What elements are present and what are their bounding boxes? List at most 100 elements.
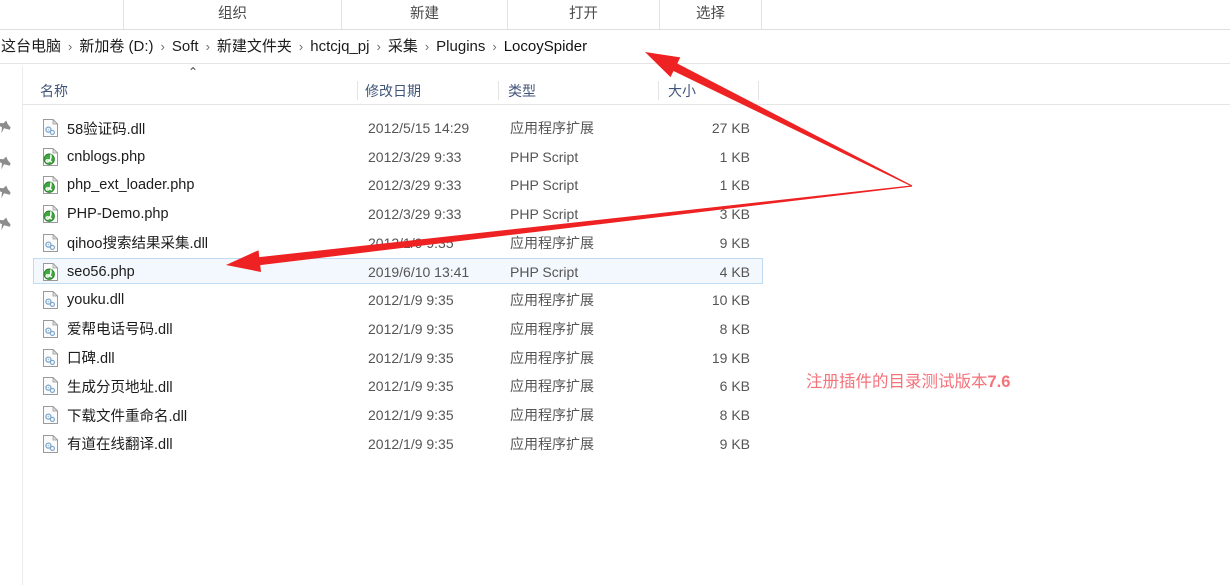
dll-file-icon (42, 349, 59, 367)
file-type-cell: 应用程序扩展 (510, 345, 594, 371)
file-row[interactable]: qihoo搜索结果采集.dll2012/1/9 9:35应用程序扩展9 KB (33, 229, 763, 255)
ribbon-group-label: 组织 (218, 7, 247, 22)
column-header-3[interactable]: 类型 (508, 78, 536, 103)
file-date-cell: 2019/6/10 13:41 (368, 259, 469, 285)
address-bar[interactable]: 这台电脑›新加卷 (D:)›Soft›新建文件夹›hctcjq_pj›采集›Pl… (0, 30, 1230, 64)
column-header-4[interactable]: 大小 (668, 78, 696, 103)
breadcrumb-item-3[interactable]: Soft (171, 37, 200, 56)
column-header-1[interactable]: 名称 (40, 78, 68, 103)
ribbon-group-divider (761, 0, 762, 29)
ribbon-group-label: 新建 (410, 7, 439, 22)
file-type-cell: 应用程序扩展 (510, 431, 594, 457)
ribbon-group-4[interactable]: 选择 (659, 0, 761, 29)
dll-file-icon (42, 435, 59, 453)
breadcrumb-separator: › (155, 40, 171, 53)
php-file-icon (42, 263, 59, 281)
file-name-cell: 58验证码.dll (67, 115, 145, 141)
file-type-cell: PHP Script (510, 259, 578, 285)
file-row[interactable]: php_ext_loader.php 2012/3/29 9:33 PHP Scri… (33, 171, 763, 197)
breadcrumb-item-1[interactable]: 这台电脑 (0, 37, 62, 56)
file-row[interactable]: 下载文件重命名.dll2012/1/9 9:35应用程序扩展8 KB (33, 401, 763, 427)
file-size-cell: 9 KB (634, 431, 750, 457)
file-row[interactable]: 爱帮电话号码.dll2012/1/9 9:35应用程序扩展8 KB (33, 315, 763, 341)
dll-file-icon (42, 377, 59, 395)
column-separator[interactable] (758, 81, 759, 100)
breadcrumb-item-4[interactable]: 新建文件夹 (216, 37, 293, 56)
file-size-cell: 4 KB (634, 259, 750, 285)
file-date-cell: 2012/3/29 9:33 (368, 172, 461, 198)
breadcrumb-item-2[interactable]: 新加卷 (D:) (78, 37, 154, 56)
dll-file-icon (42, 234, 59, 252)
ribbon-group-label: 打开 (569, 7, 598, 22)
file-date-cell: 2012/1/9 9:35 (368, 345, 454, 371)
file-row[interactable]: 58验证码.dll2012/5/15 14:29应用程序扩展27 KB (33, 114, 763, 140)
column-separator[interactable] (357, 81, 358, 100)
column-separator[interactable] (658, 81, 659, 100)
ribbon-group-3[interactable]: 打开 (507, 0, 659, 29)
file-name-cell: 生成分页地址.dll (67, 373, 173, 399)
php-file-icon (42, 148, 59, 166)
file-type-cell: PHP Script (510, 201, 578, 227)
file-date-cell: 2012/3/29 9:33 (368, 144, 461, 170)
file-row[interactable]: 口碑.dll2012/1/9 9:35应用程序扩展19 KB (33, 344, 763, 370)
file-date-cell: 2012/5/15 14:29 (368, 115, 469, 141)
file-size-cell: 10 KB (634, 287, 750, 313)
breadcrumb-item-7[interactable]: Plugins (435, 37, 486, 56)
file-list[interactable]: 58验证码.dll2012/5/15 14:29应用程序扩展27 KBcnblo… (23, 110, 1230, 460)
file-name-cell: qihoo搜索结果采集.dll (67, 230, 208, 256)
breadcrumb-item-8[interactable]: LocoySpider (503, 37, 588, 56)
file-row[interactable]: 生成分页地址.dll2012/1/9 9:35应用程序扩展6 KB (33, 372, 763, 398)
file-name-cell: youku.dll (67, 287, 124, 313)
breadcrumb-separator: › (62, 40, 78, 53)
file-size-cell: 19 KB (634, 345, 750, 371)
column-header-row[interactable]: 名称 修改日期 类型 大小 (23, 78, 1230, 105)
file-size-cell: 1 KB (634, 144, 750, 170)
file-size-cell: 8 KB (634, 316, 750, 342)
file-type-cell: 应用程序扩展 (510, 402, 594, 428)
file-type-cell: 应用程序扩展 (510, 230, 594, 256)
breadcrumb-item-5[interactable]: hctcjq_pj (309, 37, 370, 56)
ribbon-toolbar: 组织 新建 打开 选择 (0, 0, 1230, 30)
file-row[interactable]: PHP-Demo.php2012/3/29 9:33PHP Script3 KB (33, 200, 763, 226)
php-file-icon (42, 176, 59, 194)
file-date-cell: 2012/1/9 9:35 (368, 431, 454, 457)
file-date-cell: 2012/1/9 9:35 (368, 373, 454, 399)
file-date-cell: 2012/3/29 9:33 (368, 201, 461, 227)
file-type-cell: PHP Script (510, 172, 578, 198)
pin-icon (0, 120, 13, 134)
file-size-cell: 6 KB (634, 373, 750, 399)
ribbon-group-1[interactable]: 组织 (123, 0, 341, 29)
file-name-cell: 有道在线翻译.dll (67, 431, 173, 457)
column-header-label: 名称 (40, 81, 68, 101)
file-size-cell: 1 KB (634, 172, 750, 198)
file-name-cell: 爱帮电话号码.dll (67, 316, 173, 342)
file-date-cell: 2012/1/9 9:35 (368, 287, 454, 313)
pin-icon (0, 217, 13, 231)
file-row[interactable]: cnblogs.php2012/3/29 9:33PHP Script1 KB (33, 143, 763, 169)
file-name-cell: seo56.php (67, 259, 135, 285)
dll-file-icon (42, 406, 59, 424)
column-separator[interactable] (498, 81, 499, 100)
ribbon-group-2[interactable]: 新建 (341, 0, 507, 29)
file-name-cell: php_ext_loader.php (67, 172, 194, 198)
file-row[interactable]: 有道在线翻译.dll 2012/1/9 9:35 应用程序扩展 9 KB (33, 430, 763, 456)
pin-icon (0, 156, 13, 170)
file-name-cell: 下载文件重命名.dll (67, 402, 187, 428)
column-header-label: 类型 (508, 81, 536, 101)
breadcrumb-separator: › (293, 40, 309, 53)
breadcrumb-item-6[interactable]: 采集 (387, 37, 419, 56)
breadcrumb-separator: › (370, 40, 386, 53)
file-row[interactable]: youku.dll2012/1/9 9:35应用程序扩展10 KB (33, 286, 763, 312)
file-date-cell: 2012/1/9 9:35 (368, 230, 454, 256)
dll-file-icon (42, 119, 59, 137)
breadcrumb-separator: › (200, 40, 216, 53)
column-header-label: 修改日期 (365, 81, 421, 101)
column-header-2[interactable]: 修改日期 (365, 78, 421, 103)
dll-file-icon (42, 291, 59, 309)
file-date-cell: 2012/1/9 9:35 (368, 402, 454, 428)
file-row[interactable]: seo56.php 2019/6/10 13:41 PHP Script 4 KB (33, 258, 763, 284)
file-name-cell: cnblogs.php (67, 144, 145, 170)
breadcrumb-separator: › (486, 40, 502, 53)
dll-file-icon (42, 320, 59, 338)
column-header-label: 大小 (668, 81, 696, 101)
